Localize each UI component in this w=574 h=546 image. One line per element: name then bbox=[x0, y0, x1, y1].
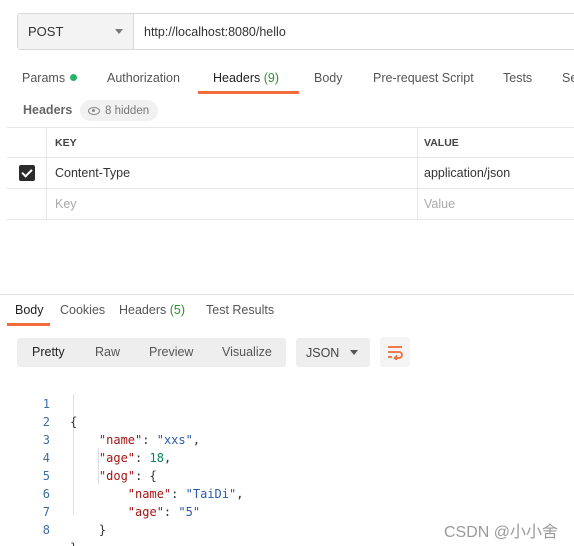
active-response-tab-indicator bbox=[7, 323, 50, 326]
tab-label: Pre-request Script bbox=[373, 71, 474, 85]
header-value-text: application/json bbox=[424, 166, 511, 180]
method-label: POST bbox=[28, 24, 64, 39]
headers-table: KEY VALUE Content-Type application/json … bbox=[7, 127, 574, 220]
headers-section-label: Headers bbox=[23, 103, 73, 117]
tab-label: Cookies bbox=[60, 303, 106, 317]
value-placeholder: Value bbox=[424, 197, 456, 211]
tab-label: Params bbox=[22, 71, 66, 85]
code-line: 7 } bbox=[0, 485, 574, 537]
new-key-input[interactable]: Key bbox=[47, 189, 418, 219]
row-check-cell bbox=[7, 158, 47, 188]
key-placeholder: Key bbox=[55, 197, 77, 211]
column-header-value: VALUE bbox=[424, 136, 459, 149]
new-value-input[interactable]: Value bbox=[418, 189, 574, 219]
code-line: 1 { bbox=[0, 377, 574, 429]
tab-label: Authorization bbox=[107, 71, 180, 85]
tab-body[interactable]: Body bbox=[314, 66, 343, 94]
tab-label: Se bbox=[562, 71, 574, 85]
code-line: 3 "age": 18, bbox=[0, 413, 574, 465]
tab-label: Tests bbox=[503, 71, 533, 85]
wrap-lines-icon bbox=[388, 346, 403, 360]
code-line: 2 "name": "xxs", bbox=[0, 395, 574, 447]
code-text: } bbox=[70, 539, 77, 546]
url-text: http://localhost:8080/hello bbox=[144, 24, 286, 39]
code-line: 6 "age": "5" bbox=[0, 467, 574, 519]
code-text: } bbox=[70, 523, 107, 537]
response-tab-body[interactable]: Body bbox=[15, 303, 44, 317]
hidden-count: 8 hidden bbox=[105, 104, 150, 117]
table-header-row: KEY VALUE bbox=[7, 127, 574, 158]
tab-pre-request-script[interactable]: Pre-request Script bbox=[373, 66, 474, 94]
response-tab-test-results[interactable]: Test Results bbox=[206, 303, 274, 317]
hidden-headers-toggle[interactable]: 8 hidden bbox=[80, 100, 159, 121]
active-tab-indicator bbox=[198, 91, 299, 94]
tab-label: Body bbox=[15, 303, 44, 317]
format-select[interactable]: JSON bbox=[296, 338, 370, 367]
header-enabled-checkbox[interactable] bbox=[18, 165, 35, 181]
chevron-down-icon bbox=[115, 29, 123, 34]
header-value-cell[interactable]: application/json bbox=[418, 158, 574, 188]
method-select[interactable]: POST bbox=[18, 14, 134, 49]
table-row-new: Key Value bbox=[7, 189, 574, 220]
response-body-viewer[interactable]: 1 { 2 "name": "xxs", 3 "age": 18, 4 "dog… bbox=[0, 377, 574, 546]
tab-params[interactable]: Params bbox=[22, 66, 78, 94]
row-check-cell bbox=[7, 189, 47, 219]
tab-authorization[interactable]: Authorization bbox=[107, 66, 180, 94]
tab-label: Body bbox=[314, 71, 343, 85]
wrap-lines-button[interactable] bbox=[380, 337, 410, 367]
tab-settings[interactable]: Se bbox=[562, 66, 574, 94]
active-dot-icon bbox=[70, 74, 78, 81]
tab-headers[interactable]: Headers (9) bbox=[213, 66, 279, 94]
view-raw-button[interactable]: Raw bbox=[95, 338, 120, 367]
watermark: CSDN @小小舍 bbox=[443, 524, 558, 541]
column-header-key: KEY bbox=[47, 128, 418, 157]
line-number: 8 bbox=[42, 523, 50, 537]
response-tab-cookies[interactable]: Cookies bbox=[60, 303, 105, 317]
tab-label: Test Results bbox=[206, 303, 275, 317]
tab-label: Headers bbox=[119, 303, 167, 317]
header-key-text: Content-Type bbox=[55, 166, 131, 180]
table-row: Content-Type application/json bbox=[7, 158, 574, 189]
tab-tests[interactable]: Tests bbox=[503, 66, 532, 94]
header-key-cell[interactable]: Content-Type bbox=[47, 158, 418, 188]
eye-icon bbox=[88, 106, 100, 115]
response-tab-headers[interactable]: Headers (5) bbox=[119, 303, 185, 317]
pane-divider[interactable] bbox=[0, 294, 574, 295]
view-preview-button[interactable]: Preview bbox=[149, 338, 193, 367]
view-pretty-button[interactable]: Pretty bbox=[32, 338, 65, 367]
request-bar: POST http://localhost:8080/hello bbox=[17, 13, 574, 50]
tab-count: (9) bbox=[263, 71, 280, 85]
chevron-down-icon bbox=[350, 350, 358, 355]
code-line: 4 "dog": { bbox=[0, 431, 574, 483]
tab-label: Headers bbox=[213, 71, 261, 85]
header-check-col bbox=[7, 128, 47, 157]
tab-count: (5) bbox=[169, 303, 186, 317]
url-input[interactable]: http://localhost:8080/hello bbox=[134, 14, 574, 49]
view-visualize-button[interactable]: Visualize bbox=[222, 338, 272, 367]
code-line: 5 "name": "TaiDi", bbox=[0, 449, 574, 501]
format-label: JSON bbox=[306, 345, 340, 360]
view-mode-group: Pretty Raw Preview Visualize bbox=[17, 338, 286, 367]
